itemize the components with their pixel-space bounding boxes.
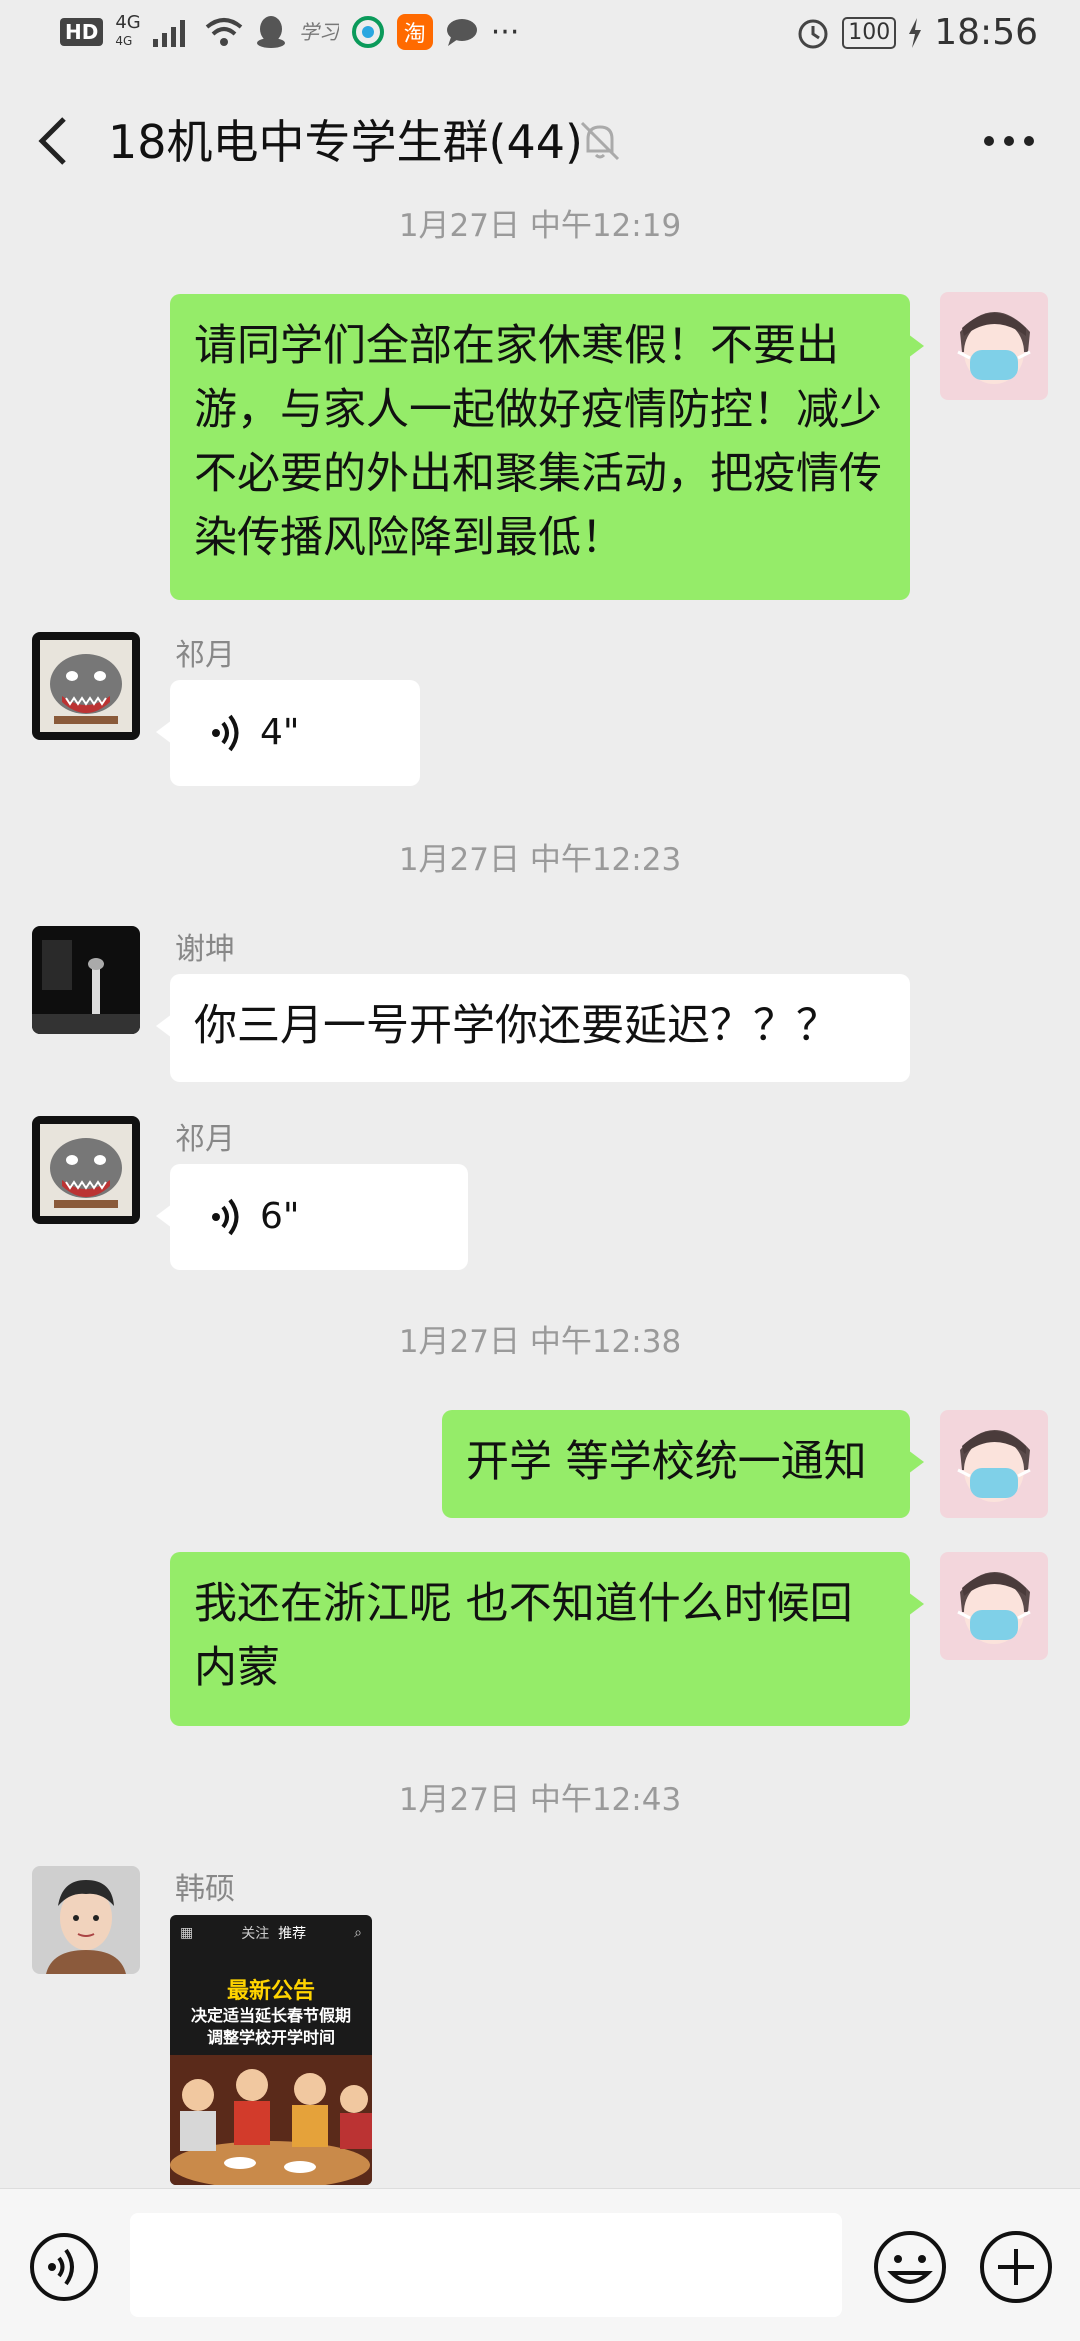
sender-name: 谢坤 (175, 932, 235, 967)
timestamp: 1月27日 中午12:19 (398, 208, 682, 244)
sender-name: 韩硕 (175, 1872, 235, 1907)
taobao-icon: 淘 (396, 14, 433, 50)
mobile-icon (351, 16, 384, 48)
timestamp: 1月27日 中午12:43 (398, 1782, 682, 1818)
voice-playback-icon (212, 1198, 239, 1236)
message-text: 我还在浙江呢 也不知道什么时候回内蒙 (194, 1579, 853, 1693)
chat-header: 18机电中专学生群(44) (0, 75, 1080, 205)
status-bar: HD 4G 4G 学习 淘 ··· 100 18:56 (0, 0, 1080, 75)
network-sub: 4G (115, 34, 133, 48)
plus-icon[interactable] (978, 2229, 1054, 2305)
voice-message[interactable]: 6" (156, 1164, 468, 1270)
image-line: 决定适当延长春节假期 (190, 2006, 351, 2025)
image-illustration (170, 2055, 372, 2185)
message-bubble-outgoing[interactable]: 我还在浙江呢 也不知道什么时候回内蒙 (170, 1552, 924, 1726)
voice-duration: 6" (260, 1196, 300, 1237)
message-bubble-incoming[interactable]: 你三月一号开学你还要延迟？？？ (156, 974, 910, 1082)
network-type: 4G (115, 12, 141, 33)
image-title: 最新公告 (226, 1979, 315, 2004)
study-icon: 学习 (299, 20, 339, 44)
image-tab-recommend: 推荐 (278, 1926, 307, 1942)
image-tab-follow: 关注 (241, 1926, 270, 1942)
message-icon (446, 19, 477, 46)
qq-icon (256, 16, 285, 48)
sender-avatar[interactable] (32, 1866, 140, 1974)
message-text: 你三月一号开学你还要延迟？？？ (194, 1001, 839, 1051)
svg-text:学习: 学习 (299, 20, 339, 44)
emoji-icon[interactable] (872, 2229, 948, 2305)
signal-icon (152, 20, 185, 47)
sender-avatar[interactable] (32, 632, 140, 740)
image-line: 调整学校开学时间 (206, 2028, 335, 2047)
sender-avatar[interactable] (32, 1116, 140, 1224)
back-icon[interactable] (34, 115, 74, 167)
image-search-icon: ⌕ (354, 1925, 362, 1941)
image-menu-icon: ▦ (180, 1925, 194, 1941)
alarm-icon (798, 19, 828, 48)
image-top-tabs: ▦ 关注 推荐 ⌕ (170, 1915, 372, 1951)
voice-playback-icon (212, 714, 239, 752)
clock: 18:56 (934, 12, 1038, 53)
battery-icon: 100 (842, 16, 897, 49)
my-avatar[interactable] (940, 292, 1048, 400)
message-bubble-outgoing[interactable]: 开学 等学校统一通知 (442, 1410, 924, 1518)
chat-title: 18机电中专学生群(44) (108, 115, 583, 169)
sender-avatar[interactable] (32, 926, 140, 1034)
mute-icon (580, 121, 620, 161)
voice-input-icon[interactable] (28, 2231, 100, 2303)
voice-duration: 4" (260, 712, 300, 753)
hd-badge: HD (60, 18, 104, 46)
sender-name: 祁月 (175, 638, 235, 673)
timestamp: 1月27日 中午12:38 (398, 1324, 682, 1360)
image-message[interactable]: ▦ 关注 推荐 ⌕ 最新公告 决定适当延长春节假期 调整学校开学时间 (170, 1915, 372, 2185)
sender-name: 祁月 (175, 1122, 235, 1157)
my-avatar[interactable] (940, 1552, 1048, 1660)
voice-message[interactable]: 4" (156, 680, 420, 786)
my-avatar[interactable] (940, 1410, 1048, 1518)
message-text: 开学 等学校统一通知 (466, 1437, 867, 1487)
more-icon[interactable] (982, 123, 1036, 159)
message-bubble-outgoing[interactable]: 请同学们全部在家休寒假！不要出游，与家人一起做好疫情防控！减少不必要的外出和聚集… (170, 294, 924, 600)
input-bar (0, 2188, 1080, 2341)
wifi-icon (205, 18, 243, 46)
timestamp: 1月27日 中午12:23 (398, 842, 682, 878)
message-input[interactable] (130, 2213, 842, 2317)
more-notifications: ··· (490, 14, 520, 50)
charging-icon (909, 17, 922, 48)
message-text: 请同学们全部在家休寒假！不要出游，与家人一起做好疫情防控！减少不必要的外出和聚集… (194, 321, 882, 563)
